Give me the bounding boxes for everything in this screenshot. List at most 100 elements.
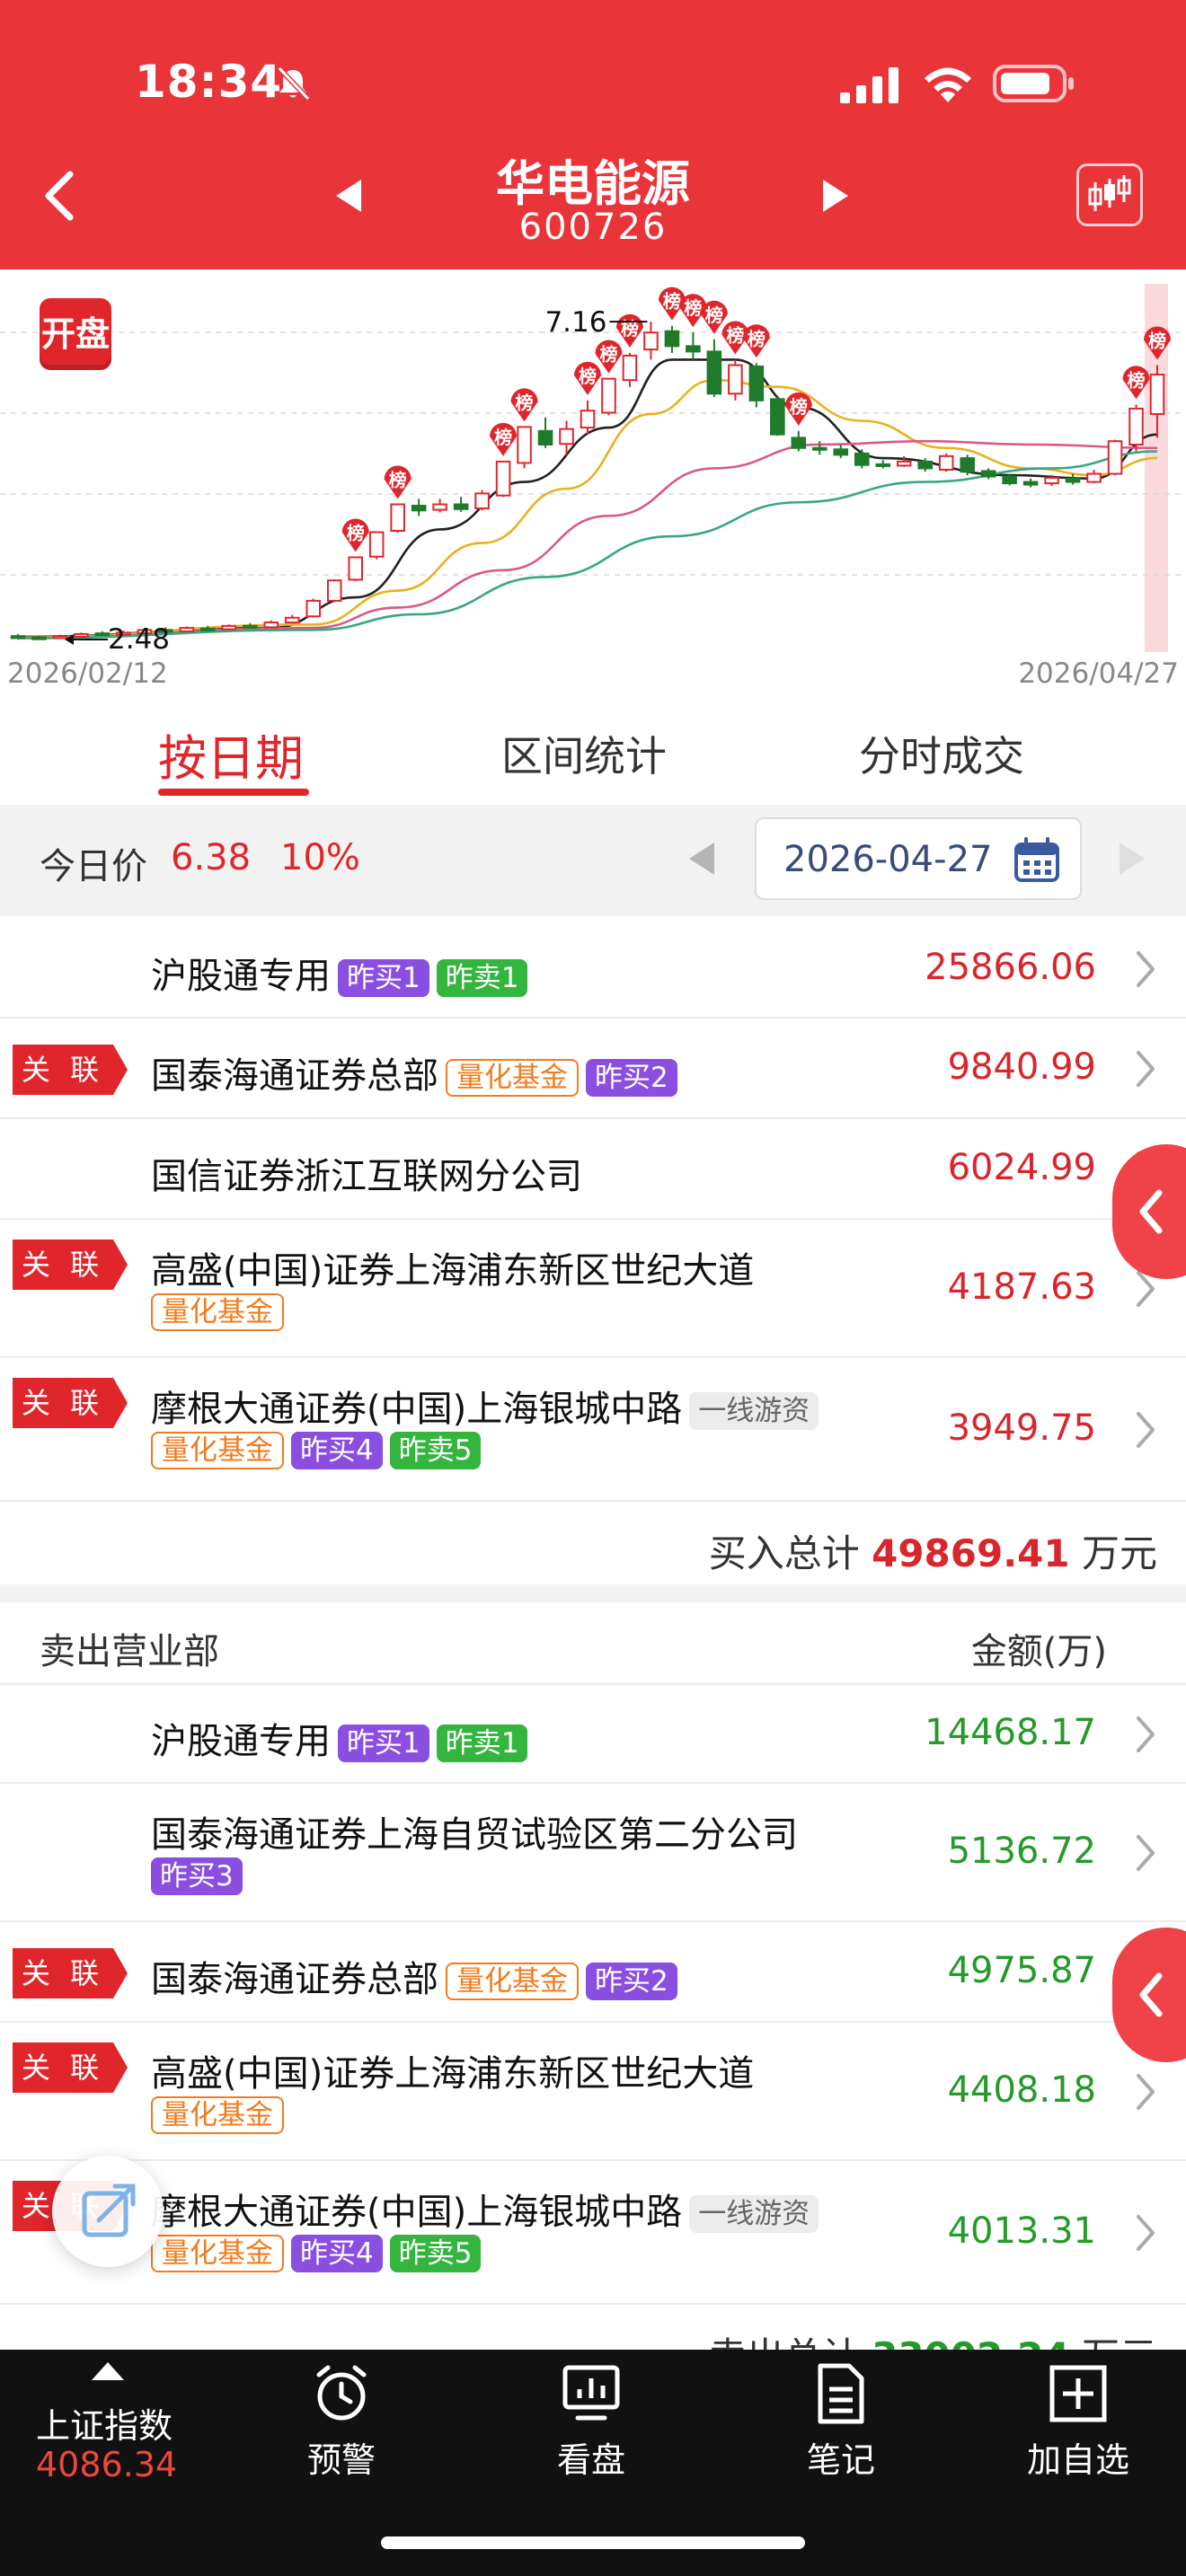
kaipan-badge[interactable]: 开盘 [40, 298, 111, 370]
index-expand-arrow-icon[interactable] [90, 2360, 126, 2382]
bang-marker-label: 榜 [705, 304, 723, 326]
buy-total-row: 买入总计 49869.41 万元 [0, 1502, 1186, 1588]
related-badge[interactable]: 关 联 [13, 1948, 128, 1998]
candle-body [854, 452, 870, 466]
today-price-value: 6.38 [171, 837, 252, 878]
candle-body [10, 635, 26, 640]
candle-body [875, 463, 891, 467]
candle-body [643, 331, 659, 351]
nav-alert[interactable]: 预警 [270, 2362, 413, 2482]
candle-body [52, 635, 68, 640]
today-change-percent: 10% [280, 837, 360, 878]
broker-amount: 25866.06 [925, 947, 1096, 988]
sell-broker-row[interactable]: 国泰海通证券上海自贸试验区第二分公司 昨买3 5136.72 [0, 1784, 1186, 1922]
candle-body [243, 624, 258, 629]
buy-broker-row[interactable]: 关 联 高盛(中国)证券上海浦东新区世纪大道 量化基金 4187.63 [0, 1220, 1186, 1358]
candle-body [580, 410, 596, 429]
candle-body [517, 426, 532, 464]
kline-chart[interactable]: 榜榜榜榜榜榜榜榜榜榜榜 榜榜榜榜 7.16 2.48 2026/02/12 202… [0, 269, 1186, 699]
collapse-panel-button-top[interactable] [1112, 1144, 1186, 1279]
buy-broker-row[interactable]: 关 联 摩根大通证券(中国)上海银城中路 一线游资 量化基金 昨买4 昨卖5 3949.75 [0, 1358, 1186, 1502]
kline-chart-toggle-button[interactable] [1076, 163, 1143, 226]
note-icon [818, 2363, 864, 2424]
related-badge[interactable]: 关 联 [13, 2042, 128, 2093]
candle-body [474, 492, 490, 510]
related-badge-label: 关 联 [21, 2051, 105, 2085]
date-picker[interactable]: 2026-04-27 [755, 817, 1082, 900]
candle-body [686, 345, 701, 353]
back-arrow-icon[interactable] [38, 169, 83, 223]
candle-body [938, 454, 954, 471]
wifi-icon [925, 67, 971, 102]
bang-marker: 榜 [742, 324, 770, 358]
monitor-chart-icon [562, 2365, 620, 2421]
broker-tag: 量化基金 [151, 1432, 284, 1469]
home-indicator[interactable] [381, 2536, 805, 2549]
tab-by-date[interactable]: 按日期 [158, 719, 304, 790]
kline-chart-area[interactable]: 榜榜榜榜榜榜榜榜榜榜榜榜榜榜榜 7.16 2.48 2026/02/12 202… [0, 269, 1186, 699]
candle-body [664, 330, 680, 348]
app-header: 18:34 华电能源 600726 [0, 0, 1186, 269]
candle-body [31, 636, 47, 640]
tab-interval-stats[interactable]: 区间统计 [501, 724, 667, 783]
chevron-right-icon [1137, 2074, 1155, 2110]
next-date-icon[interactable] [1116, 841, 1148, 877]
broker-amount: 9840.99 [947, 1046, 1096, 1088]
broker-sub-tags: 量化基金 昨买4 昨卖5 [151, 1432, 482, 1469]
broker-amount: 4975.87 [947, 1950, 1096, 1991]
bang-marker: 榜 [510, 388, 538, 422]
related-badge[interactable]: 关 联 [13, 1378, 128, 1428]
candle-body [960, 457, 975, 473]
index-name[interactable]: 上证指数 [36, 2398, 173, 2448]
candle-body [432, 503, 447, 511]
broker-tag: 昨买4 [291, 1432, 383, 1469]
alarm-clock-icon [316, 2365, 367, 2421]
broker-amount: 5136.72 [947, 1831, 1096, 1872]
broker-sub-tags: 量化基金 [151, 1293, 284, 1331]
chart-end-date: 2026/04/27 [1018, 657, 1179, 690]
candle-body [601, 377, 616, 414]
sell-broker-row[interactable]: 关 联 高盛(中国)证券上海浦东新区世纪大道 量化基金 4408.18 [0, 2023, 1186, 2161]
nav-add-favorite[interactable]: 加自选 [1006, 2362, 1150, 2482]
buy-broker-row[interactable]: 关 联 国泰海通证券总部 量化基金 昨买2 9840.99 [0, 1019, 1186, 1119]
candle-body [326, 579, 342, 602]
broker-tag: 昨卖5 [389, 1432, 482, 1469]
mute-bell-icon [277, 66, 311, 101]
broker-tag: 量化基金 [446, 1963, 579, 2000]
share-edit-float-button[interactable] [52, 2156, 164, 2267]
related-badge-label: 关 联 [21, 1386, 105, 1420]
sell-header-amount: 金额(万) [970, 1631, 1107, 1672]
candle-body [221, 624, 237, 631]
nav-notes[interactable]: 笔记 [769, 2362, 913, 2482]
candle-body [390, 503, 405, 532]
broker-name: 国泰海通证券总部 量化基金 昨买2 [151, 1950, 677, 2002]
nav-watch-market[interactable]: 看盘 [519, 2362, 663, 2482]
related-badge[interactable]: 关 联 [13, 1239, 128, 1290]
battery-icon [993, 65, 1074, 102]
tab-intraday-trades[interactable]: 分时成交 [859, 724, 1024, 783]
sell-broker-row[interactable]: 关 联摩根大通证券(中国)上海银城中路一线游资量化基金昨买4昨卖54013.31 [0, 2161, 1186, 2305]
related-badge[interactable]: 关 联 [13, 1045, 128, 1095]
chevron-right-icon [1137, 1412, 1155, 1448]
sell-broker-row[interactable]: 关 联 国泰海通证券总部 量化基金 昨买2 4975.87 [0, 1922, 1186, 2023]
candle-body [622, 354, 638, 382]
sell-list-header: 卖出营业部 金额(万) [0, 1602, 1186, 1685]
broker-name: 国信证券浙江互联网分公司 [151, 1147, 582, 1199]
candle-body [728, 364, 743, 395]
today-price-bar: 今日价 6.38 10% 2026-04-27 [0, 805, 1186, 916]
broker-tag: 量化基金 [446, 1059, 579, 1097]
selected-date: 2026-04-27 [783, 839, 993, 880]
buy-broker-row[interactable]: 国信证券浙江互联网分公司 6024.99 [0, 1119, 1186, 1220]
broker-name: 国泰海通证券上海自贸试验区第二分公司 [151, 1805, 798, 1857]
buy-broker-row[interactable]: 沪股通专用 昨买1 昨卖1 25866.06 [0, 920, 1186, 1019]
candle-body [1086, 472, 1102, 483]
next-stock-icon[interactable] [819, 178, 852, 214]
candle-body [284, 616, 300, 624]
chevron-right-icon [1137, 1716, 1155, 1752]
broker-name-text: 沪股通专用 [151, 956, 331, 997]
collapse-panel-button-bottom[interactable] [1112, 1928, 1186, 2062]
previous-stock-icon[interactable] [332, 178, 365, 214]
sell-broker-row[interactable]: 沪股通专用 昨买1 昨卖1 14468.17 [0, 1685, 1186, 1784]
previous-date-icon[interactable] [686, 841, 718, 877]
chevron-right-icon [1137, 2215, 1155, 2251]
